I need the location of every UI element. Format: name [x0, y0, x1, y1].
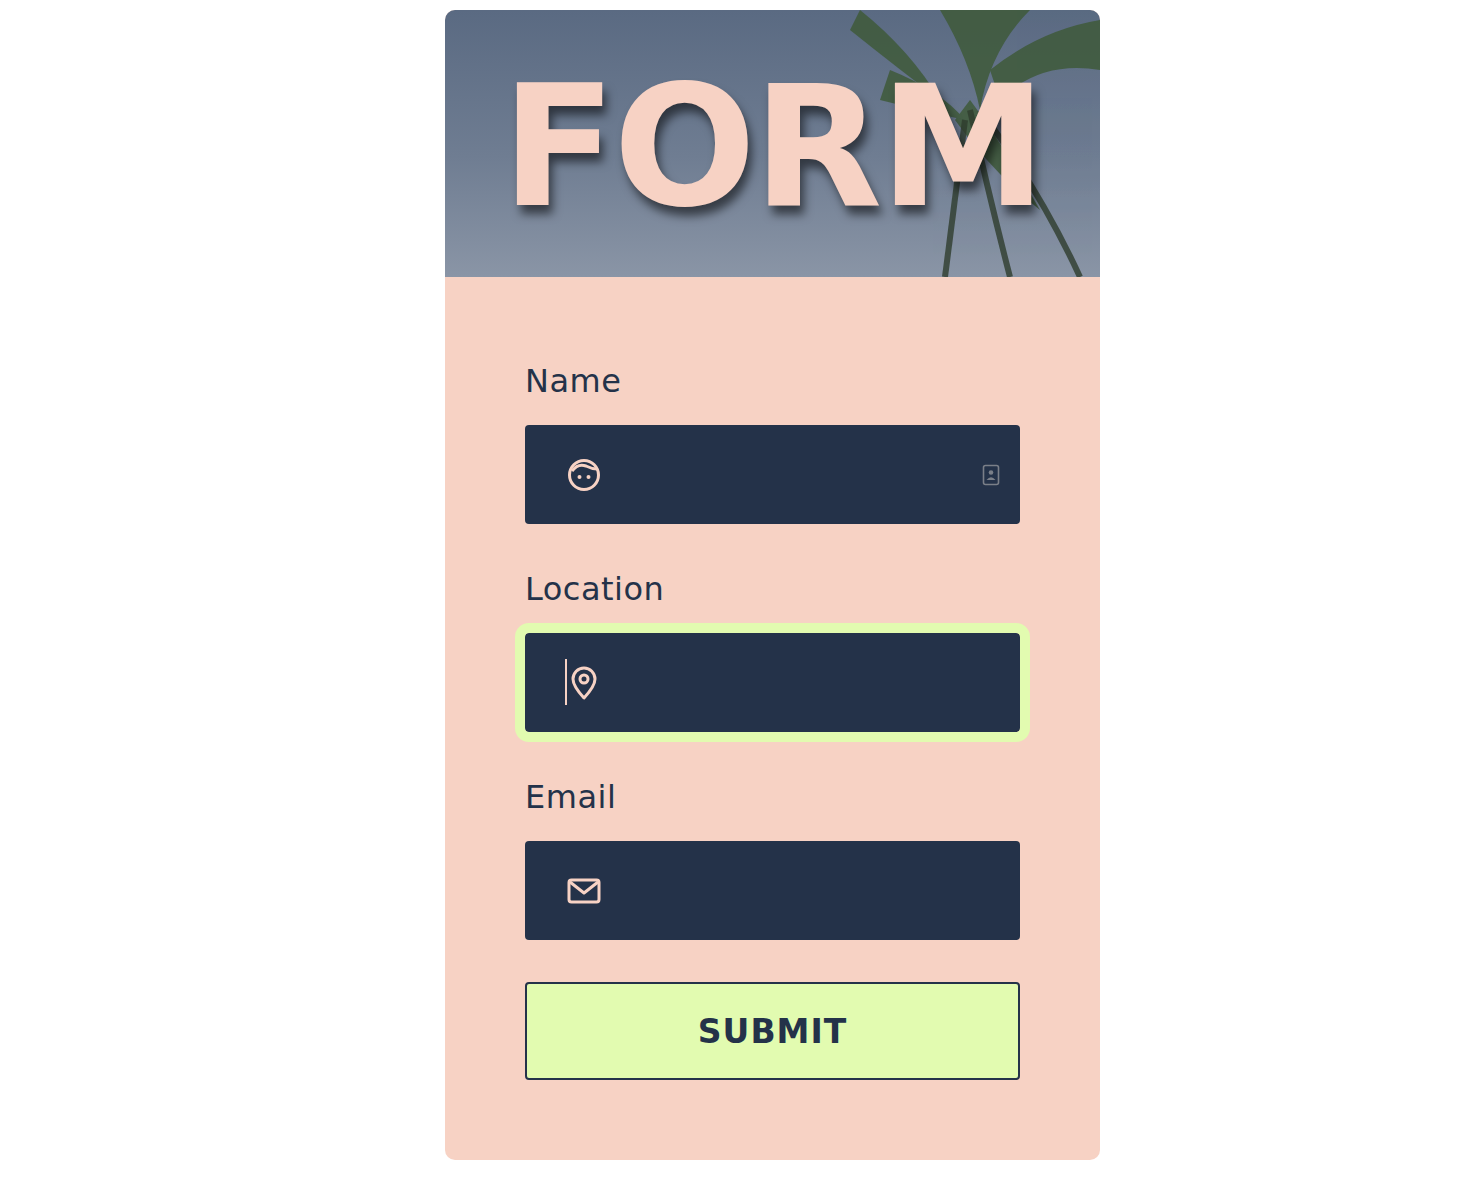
field-label: Location [525, 569, 1020, 609]
contact-card-icon[interactable] [982, 464, 1000, 486]
text-cursor [565, 659, 567, 705]
text-field[interactable] [525, 425, 1020, 524]
mail-icon [566, 873, 602, 909]
submit-button[interactable]: SUBMIT [525, 982, 1020, 1080]
form-card: FORM Name Location Email SUBMIT [445, 10, 1100, 1160]
text-input[interactable] [622, 668, 1000, 698]
face-icon [566, 457, 602, 493]
text-input[interactable] [622, 876, 1000, 906]
field-label: Name [525, 361, 1020, 401]
field-label: Email [525, 777, 1020, 817]
text-field[interactable] [525, 841, 1020, 940]
text-field[interactable] [525, 633, 1020, 732]
form-field: Name [525, 361, 1020, 524]
header-photo: FORM [445, 10, 1100, 277]
text-input[interactable] [622, 460, 962, 490]
form-field: Email [525, 777, 1020, 940]
form-field: Location [525, 569, 1020, 732]
form-fields: Name Location Email SUBMIT [445, 277, 1100, 1160]
form-title: FORM [501, 57, 1043, 231]
pin-icon [566, 665, 602, 701]
